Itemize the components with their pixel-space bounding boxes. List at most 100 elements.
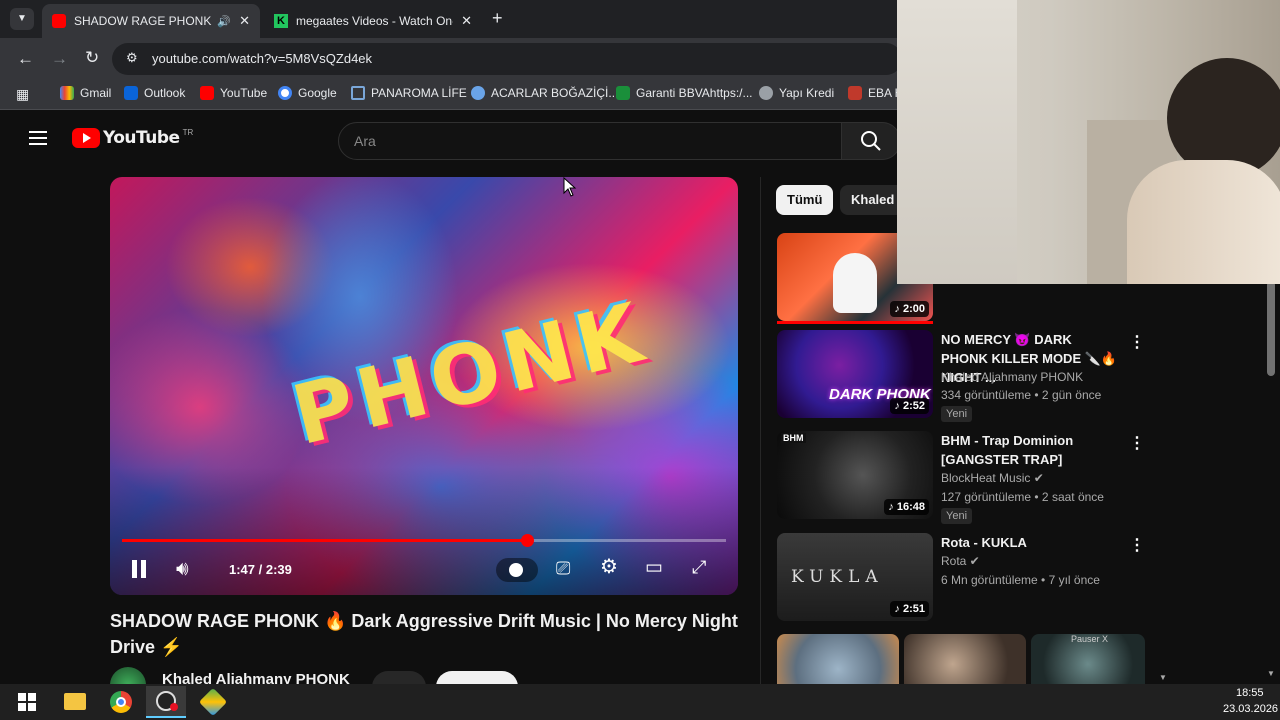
time-display: 1:47 / 2:39 bbox=[229, 562, 292, 577]
channel-name[interactable]: Khaled Aljahmany PHONK bbox=[162, 671, 350, 684]
scroll-down-arrow-icon[interactable]: ▼ bbox=[1267, 669, 1275, 678]
progress-bar[interactable] bbox=[122, 534, 726, 547]
shorts-thumbnail[interactable]: Pauser X bbox=[1031, 634, 1145, 684]
reload-icon[interactable]: ↻ bbox=[85, 48, 99, 68]
close-tab-icon[interactable]: ✕ bbox=[239, 13, 250, 29]
windows-logo-icon bbox=[18, 693, 36, 711]
tab-megaates[interactable]: K megaates Videos - Watch On-D ✕ bbox=[264, 4, 482, 38]
recommendation-channel[interactable]: BlockHeat Music ✔ bbox=[941, 471, 1044, 485]
back-icon[interactable]: ← bbox=[17, 49, 34, 69]
video-thumbnail[interactable]: KUKLA ♪ 2:51 bbox=[777, 533, 933, 621]
webcam-overlay bbox=[897, 0, 1280, 284]
more-options-icon[interactable]: ⋮ bbox=[1129, 433, 1145, 453]
channel-avatar[interactable] bbox=[110, 667, 146, 684]
cartoon-character-image bbox=[833, 253, 877, 313]
subscribe-button[interactable] bbox=[436, 671, 518, 684]
progress-fill bbox=[122, 539, 527, 542]
bookmark-label: ACARLAR BOĞAZİÇİ... bbox=[491, 86, 619, 100]
windows-taskbar: 18:55 23.03.2026 bbox=[0, 684, 1280, 720]
chip-khaled[interactable]: Khaled bbox=[840, 185, 906, 215]
watched-progress bbox=[777, 321, 933, 324]
panel-divider bbox=[760, 177, 761, 684]
webcam-background-wall bbox=[897, 0, 1017, 284]
garanti-icon bbox=[616, 86, 630, 100]
bookmark-label: PANAROMA LİFE bbox=[371, 86, 467, 100]
address-bar[interactable]: ⚙ youtube.com/watch?v=5M8VsQZd4ek bbox=[112, 43, 902, 75]
forward-icon[interactable]: → bbox=[51, 49, 68, 69]
recommendation-channel[interactable]: Rota ✔ bbox=[941, 554, 980, 568]
search-input[interactable]: Ara bbox=[338, 122, 842, 160]
duration-badge: ♪ 2:51 bbox=[890, 601, 929, 617]
tab-title: megaates Videos - Watch On-D bbox=[296, 14, 454, 28]
clock-date[interactable]: 23.03.2026 bbox=[1223, 703, 1278, 715]
duration-badge: ♪ 2:00 bbox=[890, 301, 929, 317]
more-options-icon[interactable]: ⋮ bbox=[1129, 535, 1145, 555]
video-thumbnail[interactable]: BHM ♪ 16:48 bbox=[777, 431, 933, 519]
start-button[interactable] bbox=[18, 693, 36, 711]
shorts-thumbnail[interactable] bbox=[777, 634, 899, 684]
search-button[interactable] bbox=[841, 122, 901, 160]
bookmark-google[interactable]: Google bbox=[278, 86, 337, 100]
hamburger-menu-icon[interactable] bbox=[29, 131, 47, 145]
bookmark-garanti[interactable]: Garanti BBVAhttps:/... bbox=[616, 86, 753, 100]
volume-button[interactable]: 🔊︎ bbox=[176, 559, 189, 579]
subtitles-icon[interactable]: ⎚ bbox=[556, 559, 570, 577]
join-button[interactable] bbox=[372, 671, 426, 684]
site-info-icon[interactable]: ⚙ bbox=[126, 50, 138, 66]
youtube-play-logo-icon bbox=[72, 128, 100, 148]
tab-youtube[interactable]: SHADOW RAGE PHONK 🔥 🔊 ✕ bbox=[42, 4, 260, 38]
video-player[interactable]: PHONK 🔊︎ 1:47 / 2:39 ⎚ ⚙ ▭ ⤢ bbox=[110, 177, 738, 595]
country-code: TR bbox=[182, 128, 194, 137]
bookmark-yapikredi[interactable]: Yapı Kredi bbox=[759, 86, 834, 100]
music-note-icon: ♪ bbox=[888, 501, 897, 513]
search-icon bbox=[861, 131, 881, 151]
close-tab-icon[interactable]: ✕ bbox=[461, 13, 472, 29]
autoplay-toggle[interactable] bbox=[496, 558, 538, 582]
yapikredi-icon bbox=[759, 86, 773, 100]
a-circle-icon bbox=[471, 86, 485, 100]
video-thumbnail[interactable]: DARK PHONK ♪ 2:52 bbox=[777, 330, 933, 418]
shorts-thumbnail[interactable] bbox=[904, 634, 1026, 684]
recommendation-item[interactable]: BHM ♪ 16:48 BHM - Trap Dominion [GANGSTE… bbox=[777, 431, 1147, 524]
video-overlay-text: PHONK bbox=[283, 284, 657, 465]
chip-all[interactable]: Tümü bbox=[776, 185, 834, 215]
bookmark-eba[interactable]: EBA H bbox=[848, 86, 903, 100]
tab-search-button[interactable]: ▼ bbox=[10, 8, 34, 30]
recommendation-title[interactable]: Rota - KUKLA bbox=[941, 533, 1121, 552]
more-options-icon[interactable]: ⋮ bbox=[1129, 332, 1145, 352]
pause-icon bbox=[132, 560, 137, 578]
bookmark-label: Google bbox=[298, 86, 337, 100]
pause-button[interactable] bbox=[132, 560, 146, 582]
app-cube-icon[interactable] bbox=[198, 687, 228, 717]
speaker-icon: 🔊 bbox=[217, 15, 232, 28]
recommendation-item[interactable]: DARK PHONK ♪ 2:52 NO MERCY 😈 DARK PHONK … bbox=[777, 330, 1147, 422]
outlook-icon bbox=[124, 86, 138, 100]
recommendation-title[interactable]: BHM - Trap Dominion [GANGSTER TRAP] bbox=[941, 431, 1121, 469]
bookmark-panaroma[interactable]: PANAROMA LİFE bbox=[351, 86, 467, 100]
bookmark-gmail[interactable]: Gmail bbox=[60, 86, 111, 100]
scrollbar[interactable] bbox=[1267, 281, 1275, 376]
clock-time[interactable]: 18:55 bbox=[1236, 687, 1264, 699]
obs-icon-active[interactable] bbox=[146, 686, 186, 718]
house-icon bbox=[351, 86, 365, 100]
theater-mode-icon[interactable]: ▭ bbox=[645, 558, 663, 577]
url-text: youtube.com/watch?v=5M8VsQZd4ek bbox=[152, 51, 373, 66]
file-explorer-icon[interactable] bbox=[64, 693, 86, 710]
webcam-person-body bbox=[1127, 160, 1280, 284]
new-tab-button[interactable]: + bbox=[492, 8, 503, 29]
youtube-wordmark: YouTube bbox=[103, 128, 180, 148]
fullscreen-icon[interactable]: ⤢ bbox=[692, 558, 706, 576]
chevron-down-icon: ▼ bbox=[17, 13, 27, 24]
recommendation-item[interactable]: KUKLA ♪ 2:51 Rota - KUKLA Rota ✔ 6 Mn gö… bbox=[777, 533, 1147, 625]
dropdown-arrow-icon[interactable]: ▼ bbox=[1159, 673, 1167, 682]
youtube-logo[interactable]: YouTube TR bbox=[72, 128, 193, 148]
bookmark-youtube[interactable]: YouTube bbox=[200, 86, 267, 100]
progress-scrubber[interactable] bbox=[520, 534, 534, 547]
settings-gear-icon[interactable]: ⚙ bbox=[600, 557, 618, 577]
bookmark-outlook[interactable]: Outlook bbox=[124, 86, 185, 100]
bookmark-acarlar[interactable]: ACARLAR BOĞAZİÇİ... bbox=[471, 86, 618, 100]
music-note-icon: ♪ bbox=[894, 400, 903, 412]
recommendation-channel[interactable]: Khaled Aljahmany PHONK bbox=[941, 370, 1083, 384]
apps-grid-icon[interactable]: ▦ bbox=[16, 86, 29, 103]
chrome-icon[interactable] bbox=[110, 691, 132, 713]
